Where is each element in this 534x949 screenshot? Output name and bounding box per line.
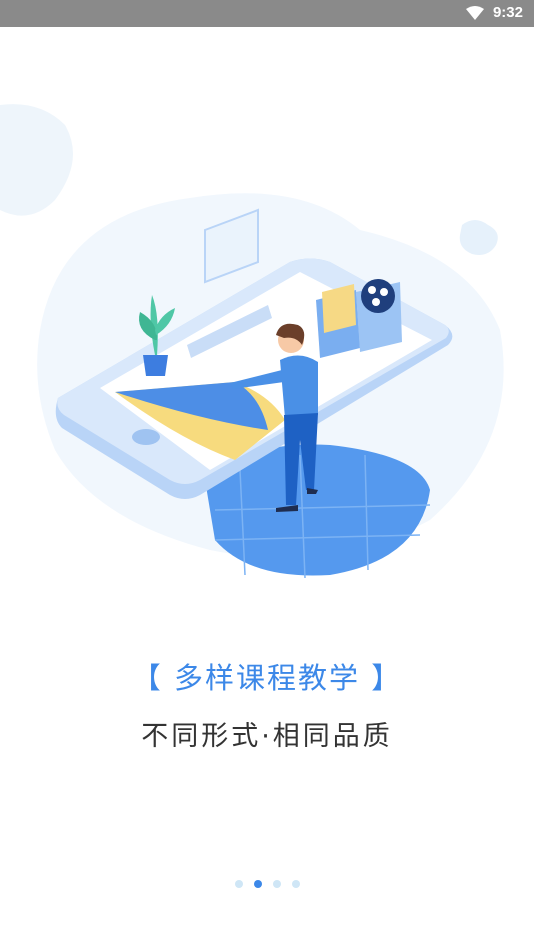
status-bar: 9:32 xyxy=(0,0,534,27)
wifi-icon xyxy=(466,6,484,20)
page-dot-active[interactable] xyxy=(253,880,262,888)
onboarding-title: 【 多样课程教学 】 xyxy=(131,661,403,695)
page-indicator xyxy=(0,879,534,889)
illustration xyxy=(0,104,504,579)
page-dot[interactable] xyxy=(234,880,243,888)
page-dot[interactable] xyxy=(291,880,300,888)
page-dot[interactable] xyxy=(272,880,281,888)
onboarding-subtitle: 不同形式·相同品质 xyxy=(141,721,393,752)
status-time: 9:32 xyxy=(492,4,523,21)
